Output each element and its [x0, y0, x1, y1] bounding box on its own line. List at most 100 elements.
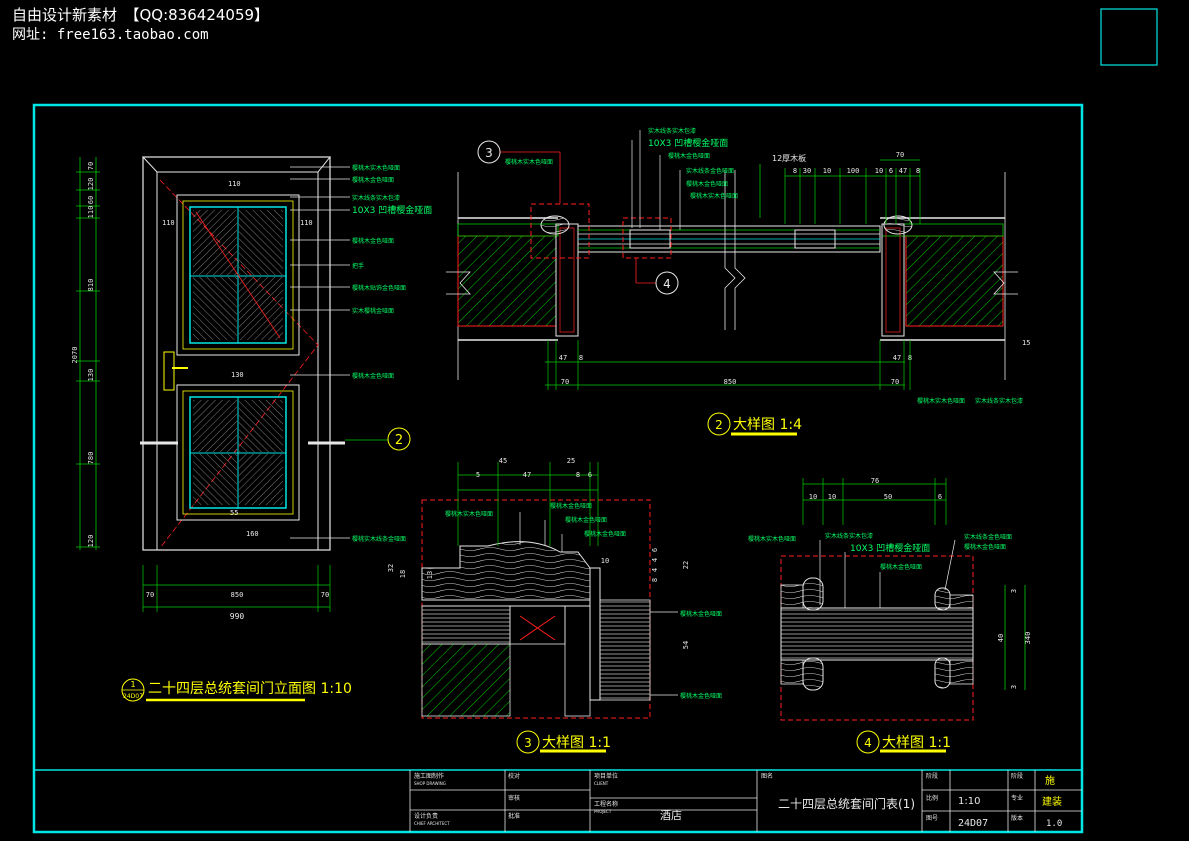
dimension-label: 8	[576, 471, 580, 479]
material-note: 樱桃木金色哑面	[668, 152, 710, 160]
dimension-label: 8	[579, 354, 583, 362]
material-note: 10X3 凹槽樱金哑面	[352, 204, 432, 216]
detail2-title: 大样图 1:4	[733, 417, 802, 433]
inner-dim: 160	[246, 530, 259, 538]
material-note: 把手	[352, 262, 364, 270]
material-note: 樱桃木实木色哑面	[352, 164, 400, 172]
material-note: 10X3 凹槽樱金哑面	[850, 542, 930, 554]
dimension-label: 70	[146, 591, 154, 599]
dimension-label: 22	[682, 561, 690, 569]
material-note: 樱桃木金色哑面	[584, 530, 626, 538]
callout-3: 3	[485, 146, 493, 160]
scale-value: 1:10	[958, 796, 980, 807]
material-note: 樱桃木实木色哑面	[917, 397, 965, 405]
dimension-label: 120	[87, 178, 95, 191]
tb-label: 审核	[508, 794, 520, 802]
dimension-label: 10	[823, 167, 831, 175]
dimension-label: 10	[809, 493, 817, 501]
material-note: 樱桃木金色哑面	[686, 180, 728, 188]
material-note: 樱桃木金色哑面	[680, 610, 722, 618]
tb-sub: SHOP DRAWING	[414, 781, 446, 786]
detail4-title: 大样图 1:1	[882, 735, 951, 751]
discipline-value: 建装	[1042, 795, 1062, 808]
material-note: 实木樱桃金哑面	[352, 307, 394, 315]
material-note: 实木线条实木包漆	[825, 532, 873, 540]
tb-label: 项目单位	[594, 772, 618, 780]
corner-box	[1100, 8, 1158, 66]
dimension-label: 8	[651, 578, 659, 582]
dimension-label: 340	[1024, 632, 1032, 645]
dimension-label: 4	[651, 558, 659, 562]
dimension-label: 10	[828, 493, 836, 501]
detail2-number: 2	[715, 418, 723, 432]
tb-label: 专业	[1011, 794, 1023, 802]
tb-label: 阶段	[926, 772, 938, 780]
material-note: 10X3 凹槽樱金哑面	[648, 137, 728, 149]
material-note: 实木线条金色哑面	[964, 533, 1012, 541]
dimension-label: 850	[724, 378, 737, 386]
dimension-label: 70	[87, 162, 95, 170]
version-value: 1.0	[1046, 819, 1062, 829]
dimension-label: 32	[387, 564, 395, 572]
material-note: 实木线条实木包漆	[648, 127, 696, 135]
material-note: 实木线条实木包漆	[352, 194, 400, 202]
dimension-label: 45	[499, 457, 507, 465]
tb-label: 设计负责	[414, 812, 438, 820]
detail-4: 7610 10 50 6 3403340 樱桃木实木色哑面 实木线条实木包漆10X3 凹…	[748, 477, 1032, 754]
detail4-number: 4	[864, 736, 872, 750]
elevation-ref-bottom: 24D07	[123, 693, 143, 700]
dimension-label: 8	[793, 167, 797, 175]
drawing-number: 24D07	[958, 818, 988, 829]
dimension-label: 100	[847, 167, 860, 175]
tb-label: 图名	[761, 772, 773, 780]
material-note: 实木线条实木包漆	[975, 397, 1023, 405]
dimension-label: 6	[651, 548, 659, 552]
material-note: 樱桃木实木色哑面	[690, 192, 738, 200]
dimension-label: 810	[87, 279, 95, 292]
dimension-label: 130	[87, 369, 95, 382]
dimension-label: 25	[567, 457, 575, 465]
project-name: 酒店	[660, 808, 682, 822]
detail3-title: 大样图 1:1	[542, 735, 611, 751]
tb-label: 校对	[508, 772, 520, 780]
dimension-label: 8	[916, 167, 920, 175]
inner-dim: 130	[231, 371, 244, 379]
material-note: 樱桃木金色哑面	[352, 372, 394, 380]
dimension-label: 110	[87, 206, 95, 219]
material-note: 樱桃木实木色哑面	[445, 510, 493, 518]
dimension-label: 70	[891, 378, 899, 386]
section-marker: 2	[395, 433, 403, 448]
dimension-label: 47	[899, 167, 907, 175]
material-note: 樱桃实木线条金哑面	[352, 535, 406, 543]
dimension-label: 47	[893, 354, 901, 362]
detail2-top-note: 12厚木板	[772, 153, 806, 163]
dimension-label: 18	[399, 570, 407, 578]
title-block-text: 施工图制作 SHOP DRAWING 设计负责 CHIEF ARCHITECT …	[414, 772, 1062, 829]
dimension-label: 54	[682, 641, 690, 649]
dimension-label: 76	[871, 477, 879, 485]
detail-2: 3 4 4787085047870 7083010100106478 12厚木板…	[446, 127, 1030, 436]
tb-sub: PROJECT	[594, 809, 612, 814]
door-elevation: 2 70120601108102070130780120 70 850 70 990…	[71, 156, 432, 702]
tb-label: 比例	[926, 794, 938, 802]
dimension-label: 13	[426, 571, 434, 579]
dimension-label: 5	[476, 471, 480, 479]
dimension-label: 47	[523, 471, 531, 479]
overall-width: 990	[230, 612, 245, 621]
dimension-label: 30	[803, 167, 811, 175]
tb-label: 批准	[508, 812, 520, 820]
tb-label: 施工图制作	[414, 772, 444, 780]
dimension-label: 50	[884, 493, 892, 501]
dimension-label: 47	[559, 354, 567, 362]
elevation-title: 二十四层总统套间门立面图 1:10	[148, 681, 352, 697]
dimension-label: 4	[651, 568, 659, 572]
dimension-label: 120	[87, 535, 95, 548]
material-note: 樱桃木贴饰金色哑面	[352, 284, 406, 292]
dimension-label: 70	[561, 378, 569, 386]
cad-drawing: 2 70120601108102070130780120 70 850 70 990…	[32, 8, 1158, 834]
detail-3: 452554786 321813 1064482254 樱桃木实木色哑面樱桃木金…	[387, 457, 722, 754]
dim: 15	[1022, 339, 1030, 347]
dimension-label: 3	[1010, 589, 1018, 593]
dimension-label: 6	[889, 167, 893, 175]
elevation-ref-top: 1	[130, 680, 135, 689]
